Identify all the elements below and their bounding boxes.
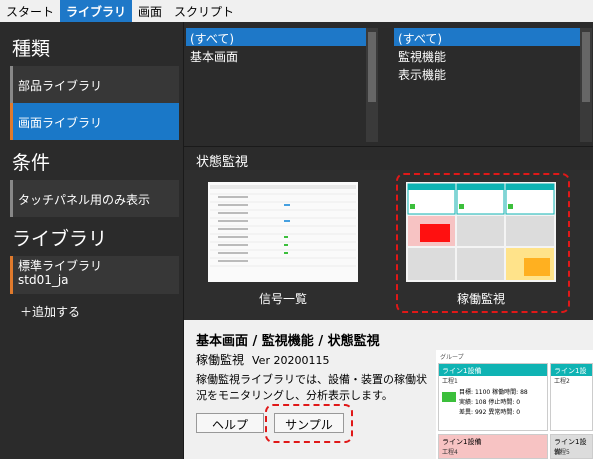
preview-row-value: 108: [474, 399, 487, 406]
item-marker: [10, 180, 13, 217]
thumbnail-signal-list[interactable]: [208, 182, 358, 282]
library-section-title: ライブラリ: [12, 228, 108, 250]
preview-card-sub: 工程2: [554, 378, 570, 385]
list-item[interactable]: 基本画面: [186, 46, 366, 64]
preview-line2-card: ライン1設備 工程2: [550, 363, 593, 431]
preview-row-value: 1100: [474, 389, 491, 396]
preview-values: 目標: 1100 稼働時間: 88 実績: 108 停止時間: 0 差異: 99…: [459, 388, 528, 418]
preview-row-label: 差異:: [459, 409, 474, 416]
item-marker: [10, 103, 13, 140]
preview-row-label: 目標:: [459, 389, 474, 396]
list-item[interactable]: 表示機能: [394, 64, 580, 82]
preview-line3-card: ライン1設備 工程4: [438, 434, 548, 459]
preview-card-title: ライン1設備: [439, 364, 547, 376]
filter-list-2[interactable]: (すべて) 監視機能 表示機能: [394, 28, 580, 142]
table-thumbnail-icon: [208, 182, 358, 282]
sidebar-item-standard-library[interactable]: 標準ライブラリ std01_ja: [10, 256, 179, 294]
menu-script[interactable]: スクリプト: [168, 0, 240, 22]
sidebar-item-label: タッチパネル用のみ表示: [18, 193, 151, 207]
detail-name-row: 稼働監視 Ver 20200115: [196, 351, 329, 368]
sidebar-item-touch-panel-only[interactable]: タッチパネル用のみ表示: [10, 180, 179, 217]
preview-card-sub: 工程1: [442, 378, 458, 385]
sample-preview: グループ ライン1設備 工程1 目標: 1100 稼働時間: 88 実績: 10…: [436, 350, 593, 459]
preview-row-value: 992: [474, 409, 487, 416]
category-title: 状態監視: [196, 155, 249, 170]
preview-card-sub: 工程4: [442, 449, 458, 456]
preview-row-value: 0: [516, 409, 521, 416]
scrollbar[interactable]: [366, 28, 378, 142]
preview-line1-card: ライン1設備 工程1 目標: 1100 稼働時間: 88 実績: 108 停止時…: [438, 363, 548, 431]
highlight-frame: [396, 173, 570, 313]
sidebar: 種類 部品ライブラリ 画面ライブラリ 条件 タッチパネル用のみ表示 ライブラリ …: [0, 22, 184, 459]
preview-row-label: 稼働時間:: [492, 389, 519, 396]
preview-row-value: 0: [516, 399, 521, 406]
library-id: std01_ja: [18, 273, 69, 287]
menubar: スタート ライブラリ 画面 スクリプト: [0, 0, 593, 22]
library-name: 標準ライブラリ: [18, 259, 103, 273]
detail-name: 稼働監視: [196, 353, 245, 367]
menu-library[interactable]: ライブラリ: [60, 0, 133, 22]
preview-row-label: 異常時間:: [488, 409, 515, 416]
list-item[interactable]: 監視機能: [394, 46, 580, 64]
preview-group-label: グループ: [440, 354, 464, 361]
preview-line4-card: ライン1設備 工程5: [550, 434, 593, 459]
divider: [184, 146, 593, 147]
menu-screen[interactable]: 画面: [132, 0, 168, 22]
scrollbar[interactable]: [580, 28, 592, 142]
gallery-item-label[interactable]: 信号一覧: [208, 290, 358, 307]
preview-card-title: ライン1設備: [442, 438, 482, 446]
item-marker: [10, 256, 13, 294]
preview-card-sub: 工程5: [554, 449, 570, 456]
filter-list-1[interactable]: (すべて) 基本画面: [186, 28, 366, 142]
detail-path: 基本画面 / 監視機能 / 状態監視: [196, 334, 380, 349]
preview-card-title: ライン1設備: [551, 364, 592, 385]
list-item[interactable]: (すべて): [186, 28, 366, 46]
list-item[interactable]: (すべて): [394, 28, 580, 46]
filter-panel: (すべて) 基本画面 (すべて) 監視機能 表示機能: [184, 22, 593, 148]
menu-start[interactable]: スタート: [0, 0, 60, 22]
add-library-link[interactable]: ＋追加する: [20, 303, 80, 320]
detail-panel: 基本画面 / 監視機能 / 状態監視 稼働監視 Ver 20200115 稼働監視…: [184, 320, 593, 459]
highlight-frame: [265, 404, 353, 443]
preview-card-title: ライン1設備: [554, 438, 587, 456]
help-button[interactable]: ヘルプ: [196, 413, 264, 433]
sidebar-item-label: 画面ライブラリ: [18, 116, 103, 130]
scrollbar-thumb[interactable]: [582, 32, 590, 102]
detail-description: 稼働監視ライブラリでは、設備・装置の稼働状況をモニタリングし、分析表示します。: [196, 373, 427, 402]
condition-section-title: 条件: [12, 152, 51, 174]
preview-row-label: 停止時間:: [488, 399, 515, 406]
kind-section-title: 種類: [12, 38, 51, 60]
scrollbar-thumb[interactable]: [368, 32, 376, 102]
item-marker: [10, 66, 13, 103]
sidebar-item-screen-library[interactable]: 画面ライブラリ: [10, 103, 179, 140]
gallery: 信号一覧 稼働監視: [184, 170, 593, 320]
preview-row-value: 88: [520, 389, 528, 396]
sidebar-item-parts-library[interactable]: 部品ライブラリ: [10, 66, 179, 103]
status-lamp: [442, 392, 456, 402]
sidebar-item-label: 部品ライブラリ: [18, 79, 103, 93]
detail-version: Ver 20200115: [252, 354, 330, 367]
preview-row-label: 実績:: [459, 399, 474, 406]
preview-toolbar: グループ: [436, 350, 593, 362]
